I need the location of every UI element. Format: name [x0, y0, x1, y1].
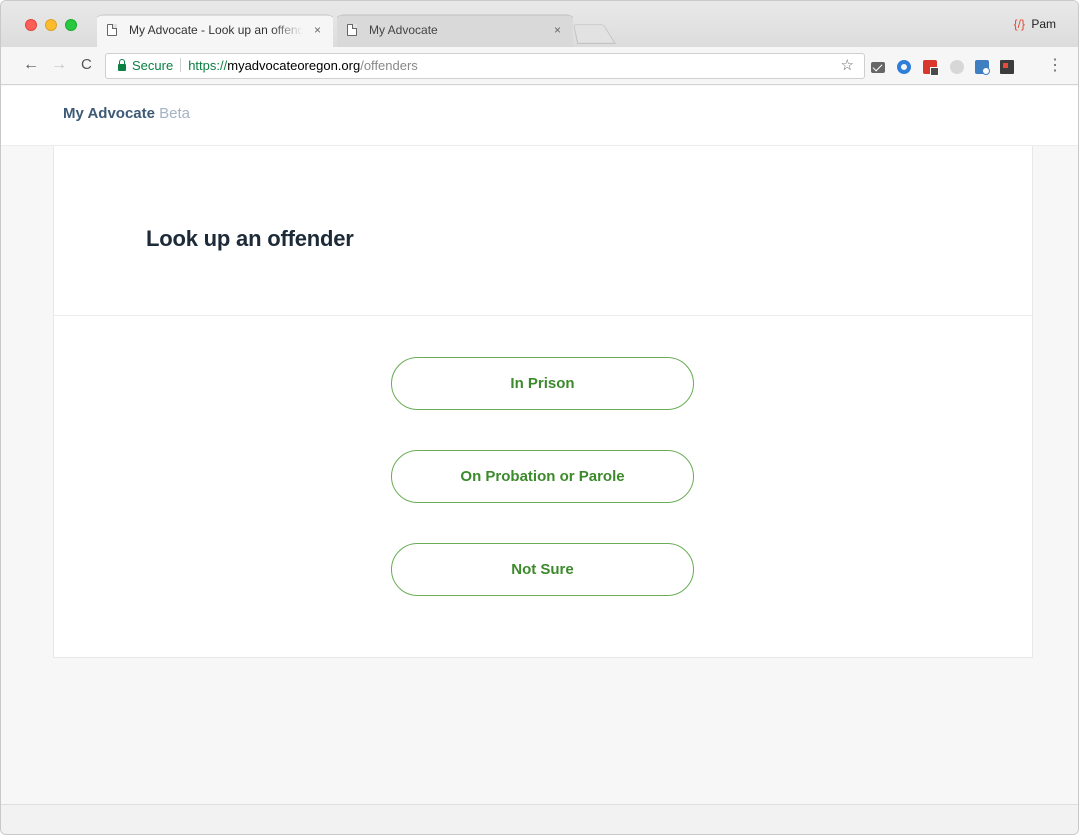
- omnibox-divider: [180, 58, 182, 72]
- red-extension-icon[interactable]: [923, 60, 939, 76]
- minimize-window-button[interactable]: [45, 19, 57, 31]
- circle-icon[interactable]: [897, 60, 911, 74]
- page-title: Look up an offender: [146, 226, 354, 251]
- lookup-card: Look up an offender In Prison On Probati…: [53, 146, 1033, 658]
- tab-close-icon[interactable]: ×: [554, 13, 561, 47]
- beta-badge: Beta: [159, 105, 191, 122]
- address-bar[interactable]: Secure https://myadvocateoregon.org/offen…: [105, 53, 865, 79]
- in-prison-button[interactable]: In Prison: [391, 357, 694, 410]
- site-header: My Advocate Beta: [1, 86, 1078, 146]
- browser-window: My Advocate - Look up an offender × My A…: [0, 0, 1079, 835]
- card-header: Look up an offender: [54, 146, 1032, 316]
- security-label: Secure: [132, 58, 174, 73]
- tab-my-advocate-lookup[interactable]: My Advocate - Look up an offender ×: [97, 13, 333, 47]
- tab-close-icon[interactable]: ×: [314, 13, 321, 47]
- brand-logo-link[interactable]: My Advocate Beta: [63, 105, 190, 122]
- page-icon: [347, 24, 357, 36]
- page-icon: [107, 24, 117, 36]
- browser-toolbar: ← → C Secure https://myadvocateoregon.org…: [1, 47, 1078, 85]
- url-host: myadvocateoregon.org: [227, 58, 361, 73]
- tab-my-advocate[interactable]: My Advocate ×: [337, 13, 573, 47]
- back-arrow-icon[interactable]: ←: [23, 55, 39, 75]
- gray-extension-icon[interactable]: [950, 60, 964, 74]
- url-path: /offenders: [360, 58, 418, 73]
- forward-arrow-icon[interactable]: →: [51, 55, 67, 75]
- on-probation-or-parole-button[interactable]: On Probation or Parole: [391, 450, 694, 503]
- page-viewport: My Advocate Beta Look up an offender In …: [1, 86, 1078, 806]
- new-tab-button[interactable]: [575, 23, 609, 43]
- bookmark-star-icon[interactable]: ☆: [841, 54, 854, 78]
- mail-icon[interactable]: [871, 60, 885, 74]
- not-sure-button[interactable]: Not Sure: [391, 543, 694, 596]
- zoom-window-button[interactable]: [65, 19, 77, 31]
- profile-button[interactable]: {/} Pam: [1014, 17, 1056, 31]
- brand-name: My Advocate: [63, 105, 155, 122]
- lock-icon: [118, 59, 126, 71]
- dark-extension-icon[interactable]: [1000, 60, 1014, 74]
- url-scheme: https://: [188, 58, 228, 73]
- kebab-menu-icon[interactable]: ⋮: [1047, 56, 1063, 76]
- window-bottom-bar: [1, 804, 1078, 834]
- blue-extension-icon[interactable]: [975, 60, 990, 75]
- tab-strip: My Advocate - Look up an offender × My A…: [1, 1, 1078, 47]
- reload-icon[interactable]: C: [81, 55, 92, 75]
- profile-name: Pam: [1031, 17, 1056, 31]
- tab-title: My Advocate: [369, 23, 438, 37]
- tab-title: My Advocate - Look up an offender: [129, 23, 303, 37]
- close-window-button[interactable]: [25, 19, 37, 31]
- profile-icon: {/}: [1013, 17, 1025, 31]
